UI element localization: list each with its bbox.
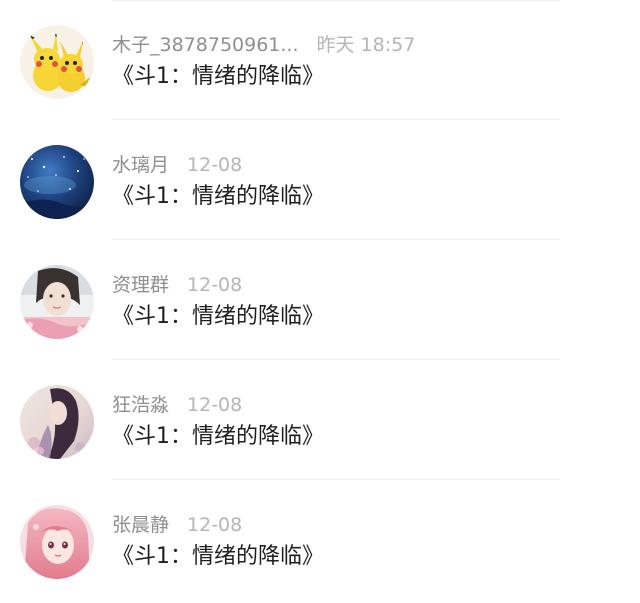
comment-content[interactable]: 《斗1：情绪的降临》 [112,302,324,332]
comment-meta: 资理群 12-08 [112,272,242,298]
comment-time: 昨天 18:57 [316,34,416,56]
comment-time: 12-08 [187,394,243,416]
comment-list: 木子_3878750961... 昨天 18:57 《斗1：情绪的降临》 水璃月… [0,0,640,603]
comment-time: 12-08 [187,154,243,176]
anime-girl-avatar-icon[interactable] [20,505,94,579]
comment-meta: 张晨静 12-08 [112,512,242,538]
illustration-avatar-icon[interactable] [20,385,94,459]
comment-meta: 狂浩淼 12-08 [112,392,242,418]
starry-sky-avatar-icon[interactable] [20,145,94,219]
comment-item[interactable]: 水璃月 12-08 《斗1：情绪的降临》 [0,120,640,240]
comment-content[interactable]: 《斗1：情绪的降临》 [112,422,324,452]
user-name[interactable]: 狂浩淼 [112,394,169,416]
comment-item[interactable]: 木子_3878750961... 昨天 18:57 《斗1：情绪的降临》 [0,0,640,120]
comment-item[interactable]: 狂浩淼 12-08 《斗1：情绪的降临》 [0,360,640,480]
comment-time: 12-08 [187,274,243,296]
comment-item[interactable]: 张晨静 12-08 《斗1：情绪的降临》 [0,480,640,600]
comment-content[interactable]: 《斗1：情绪的降临》 [112,62,324,92]
user-name[interactable]: 张晨静 [112,514,169,536]
portrait-avatar-icon[interactable] [20,265,94,339]
pikachu-avatar-icon[interactable] [20,25,94,99]
user-name[interactable]: 资理群 [112,274,169,296]
comment-meta: 水璃月 12-08 [112,152,242,178]
comment-content[interactable]: 《斗1：情绪的降临》 [112,182,324,212]
user-name[interactable]: 木子_3878750961... [112,34,299,56]
comment-meta: 木子_3878750961... 昨天 18:57 [112,32,415,58]
comment-time: 12-08 [187,514,243,536]
comment-content[interactable]: 《斗1：情绪的降临》 [112,542,324,572]
user-name[interactable]: 水璃月 [112,154,169,176]
comment-item[interactable]: 资理群 12-08 《斗1：情绪的降临》 [0,240,640,360]
